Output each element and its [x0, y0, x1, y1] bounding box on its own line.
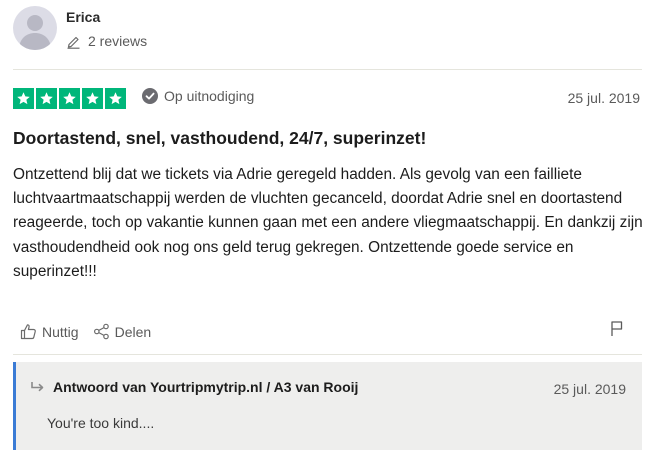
reviewer-name[interactable]: Erica	[66, 9, 100, 25]
company-reply: Antwoord van Yourtripmytrip.nl / A3 van …	[13, 362, 642, 450]
star-icon	[82, 88, 103, 109]
invited-label: Op uitnodiging	[164, 88, 255, 104]
star-icon	[13, 88, 34, 109]
review-title[interactable]: Doortastend, snel, vasthoudend, 24/7, su…	[13, 128, 426, 149]
user-silhouette-icon	[19, 15, 51, 50]
star-icon	[105, 88, 126, 109]
pencil-icon	[66, 34, 81, 49]
star-icon	[36, 88, 57, 109]
reply-author: Antwoord van Yourtripmytrip.nl / A3 van …	[53, 379, 359, 395]
thumbs-up-icon	[20, 324, 36, 340]
invited-badge[interactable]: Op uitnodiging	[142, 88, 254, 104]
share-icon	[93, 323, 109, 340]
divider	[13, 354, 642, 355]
reply-date: 25 jul. 2019	[553, 381, 626, 397]
review-actions: Nuttig Delen	[20, 323, 165, 340]
check-circle-icon	[142, 88, 158, 104]
star-rating	[13, 88, 126, 109]
review-count-label: 2 reviews	[88, 33, 148, 49]
review-date: 25 jul. 2019	[567, 90, 640, 106]
reply-text: You're too kind....	[47, 415, 155, 431]
review-count: 2 reviews	[66, 33, 147, 49]
reply-arrow-icon	[31, 382, 44, 392]
share-label: Delen	[114, 323, 152, 340]
useful-button[interactable]: Nuttig	[20, 323, 79, 340]
avatar[interactable]	[13, 6, 57, 50]
reply-header: Antwoord van Yourtripmytrip.nl / A3 van …	[31, 379, 358, 395]
star-icon	[59, 88, 80, 109]
flag-icon	[611, 321, 623, 336]
share-button[interactable]: Delen	[93, 323, 152, 340]
divider	[13, 69, 642, 70]
report-button[interactable]	[609, 320, 625, 342]
useful-label: Nuttig	[42, 323, 79, 340]
review-body: Ontzettend blij dat we tickets via Adrie…	[13, 166, 643, 280]
